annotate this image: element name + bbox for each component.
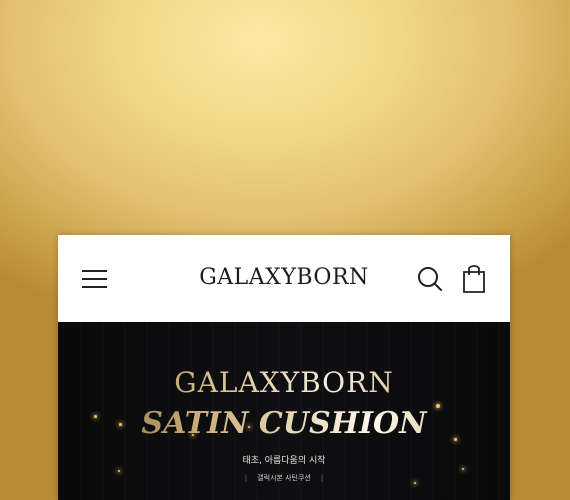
- divider: |: [244, 474, 248, 482]
- hero-title: GALAXYBORN: [58, 366, 510, 400]
- product-name-label: 갤럭시본 사틴쿠션: [257, 474, 311, 482]
- hero-product-name: | 갤럭시본 사틴쿠션 |: [58, 473, 510, 483]
- hamburger-menu-icon[interactable]: [82, 265, 108, 291]
- sparkle-decoration: [118, 470, 120, 472]
- divider: |: [320, 474, 324, 482]
- sparkle-decoration: [462, 468, 464, 470]
- hero-subtitle: SATIN CUSHION: [58, 406, 510, 442]
- site-header: GALAXYBORN: [58, 235, 510, 322]
- search-icon[interactable]: [416, 265, 444, 293]
- mobile-screen: GALAXYBORN GALAXYBORN SATIN CUSHION 태초, …: [58, 235, 510, 500]
- brand-logo[interactable]: GALAXYBORN: [180, 264, 388, 292]
- hero-banner[interactable]: GALAXYBORN SATIN CUSHION 태초, 아름다움의 시작 | 갤…: [58, 322, 510, 500]
- hero-tagline: 태초, 아름다움의 시작: [242, 456, 326, 466]
- shopping-bag-icon[interactable]: [460, 262, 488, 294]
